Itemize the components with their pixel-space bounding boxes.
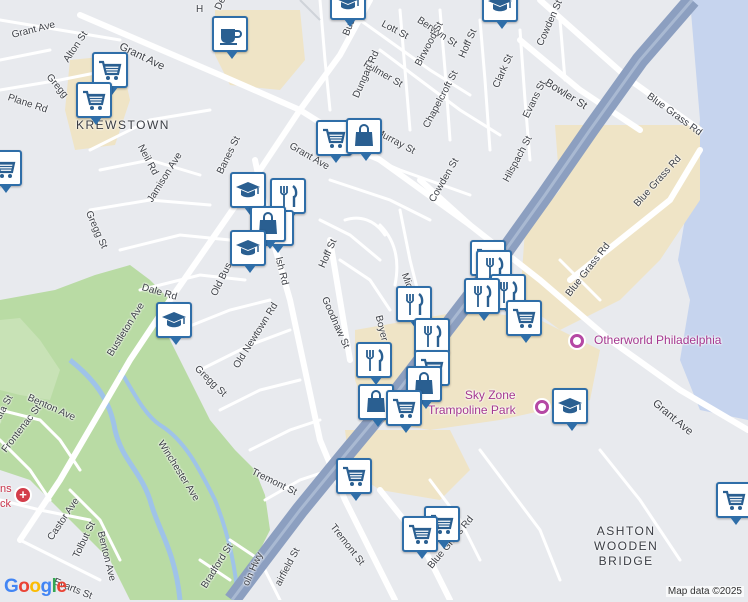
place-label-line: Trampoline Park [428, 403, 516, 417]
graduation-cap-marker[interactable] [156, 302, 192, 345]
fork-knife-marker[interactable] [396, 286, 432, 329]
shopping-cart-marker[interactable] [386, 390, 422, 433]
shopping-cart-marker[interactable] [716, 482, 748, 525]
place-label-hospital[interactable]: ns ck [0, 482, 12, 512]
shopping-cart-marker[interactable] [506, 300, 542, 343]
area-label-line: WOODEN [594, 539, 659, 553]
shopping-cart-marker[interactable] [76, 82, 112, 125]
area-label-ashton-wooden-bridge: ASHTON WOODEN BRIDGE [594, 524, 658, 569]
coffee-cup-marker[interactable] [212, 16, 248, 59]
area-label-line: BRIDGE [598, 554, 654, 568]
shopping-cart-marker[interactable] [336, 458, 372, 501]
place-label-line: ck [0, 498, 11, 510]
attraction-marker-icon[interactable] [533, 398, 551, 416]
graduation-cap-marker[interactable] [230, 172, 266, 215]
fork-knife-marker[interactable] [464, 278, 500, 321]
graduation-cap-marker[interactable] [482, 0, 518, 29]
fork-knife-marker[interactable] [356, 342, 392, 385]
graduation-cap-marker[interactable] [552, 388, 588, 431]
shopping-cart-marker[interactable] [402, 516, 438, 559]
google-logo: Google [4, 576, 67, 597]
attraction-marker-icon[interactable] [568, 332, 586, 350]
place-label-line: ns [0, 483, 12, 495]
graduation-cap-marker[interactable] [330, 0, 366, 27]
place-label-otherworld[interactable]: Otherworld Philadelphia [594, 333, 721, 348]
shopping-cart-marker[interactable] [0, 150, 22, 193]
graduation-cap-marker[interactable] [230, 230, 266, 273]
street-label: H [196, 4, 204, 15]
area-label-line: ASHTON [596, 524, 656, 538]
fork-knife-marker[interactable] [414, 318, 450, 361]
map-data-attribution[interactable]: Map data ©2025 [665, 586, 744, 597]
shopping-bag-marker[interactable] [346, 118, 382, 161]
hospital-icon[interactable]: + [14, 486, 32, 504]
